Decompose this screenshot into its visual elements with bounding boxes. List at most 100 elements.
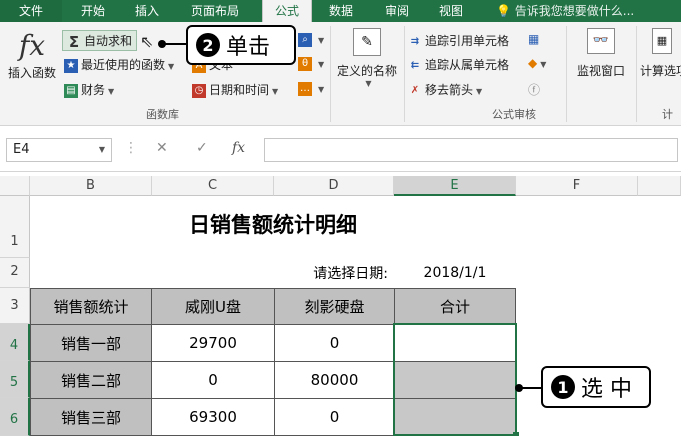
data-cell[interactable]: 80000 bbox=[274, 361, 395, 399]
tab-review[interactable]: 审阅 bbox=[374, 0, 420, 22]
tab-page-layout[interactable]: 页面布局 bbox=[182, 0, 248, 22]
formula-bar: E4 ▼ ⋮ ✕ ✓ fx bbox=[0, 126, 681, 172]
row-header-6[interactable]: 6 bbox=[0, 398, 30, 436]
chevron-down-icon: ▼ bbox=[476, 87, 483, 96]
define-name-button[interactable]: ✎ 定义的名称 ▼ bbox=[334, 28, 400, 88]
calculation-options-button[interactable]: ▦ 计算选项 bbox=[640, 28, 681, 79]
chevron-down-icon: ▼ bbox=[318, 36, 325, 45]
formula-input[interactable] bbox=[264, 138, 678, 162]
table-header-cell[interactable]: 威刚U盘 bbox=[151, 288, 275, 325]
chevron-down-icon: ▼ bbox=[108, 87, 115, 96]
more-functions-icon: … bbox=[298, 81, 312, 96]
fx-icon: fx bbox=[18, 29, 46, 62]
tab-formulas[interactable]: 公式 bbox=[262, 0, 312, 22]
group-formula-auditing-label: 公式审核 bbox=[492, 108, 536, 121]
tell-me-label: 告诉我您想要做什么... bbox=[514, 4, 635, 18]
math-icon: θ bbox=[298, 56, 312, 71]
data-cell[interactable]: 0 bbox=[274, 324, 395, 362]
trace-precedents-button[interactable]: ⇉ 追踪引用单元格 bbox=[408, 32, 509, 49]
column-header-e[interactable]: E bbox=[394, 176, 516, 196]
table-header-cell[interactable]: 刻影硬盘 bbox=[274, 288, 395, 325]
group-divider bbox=[404, 26, 405, 122]
define-name-label: 定义的名称 bbox=[336, 64, 397, 78]
row-header-1[interactable]: 1 bbox=[0, 196, 30, 258]
recent-functions-button[interactable]: ★ 最近使用的函数 ▼ bbox=[64, 56, 174, 73]
more-functions-button[interactable]: … ▼ bbox=[298, 81, 324, 96]
remove-arrows-button[interactable]: ✗ 移去箭头 ▼ bbox=[408, 81, 482, 98]
math-button[interactable]: θ ▼ bbox=[298, 56, 324, 71]
remove-arrows-label: 移去箭头 bbox=[425, 83, 474, 97]
row-header-3[interactable]: 3 bbox=[0, 288, 30, 324]
name-box[interactable]: E4 ▼ bbox=[6, 138, 112, 162]
column-header-c[interactable]: C bbox=[152, 176, 274, 196]
table-header-cell[interactable]: 合计 bbox=[394, 288, 516, 325]
formula-bar-grip-icon: ⋮ bbox=[124, 140, 138, 156]
date-value-cell[interactable]: 2018/1/1 bbox=[394, 258, 516, 288]
datetime-label: 日期和时间 bbox=[209, 83, 270, 97]
glasses-icon: 👓 bbox=[587, 28, 615, 54]
ribbon-tab-bar: 文件 开始 插入 页面布局 公式 数据 审阅 视图 💡 告诉我您想要做什么... bbox=[0, 0, 681, 22]
sheet-title[interactable]: 日销售额统计明细 bbox=[152, 204, 394, 244]
error-checking-icon[interactable]: ◆ ▼ bbox=[528, 56, 546, 70]
watch-window-button[interactable]: 👓 监视窗口 bbox=[570, 28, 632, 79]
column-header-g[interactable] bbox=[638, 176, 681, 196]
autosum-button[interactable]: Σ 自动求和 bbox=[62, 30, 138, 51]
financial-button[interactable]: ▤ 财务 ▼ bbox=[64, 81, 114, 98]
tell-me-search[interactable]: 💡 告诉我您想要做什么... bbox=[496, 0, 634, 22]
lookup-icon: ⌕ bbox=[298, 32, 312, 47]
row-label-cell[interactable]: 销售一部 bbox=[30, 324, 152, 362]
data-cell[interactable]: 0 bbox=[151, 361, 275, 399]
group-function-library-label: 函数库 bbox=[146, 108, 179, 121]
row-header-4[interactable]: 4 bbox=[0, 324, 30, 361]
financial-label: 财务 bbox=[81, 83, 106, 97]
ribbon-formulas: fx 插入函数 Σ 自动求和 ⇖ ★ 最近使用的函数 ▼ ▤ 财务 ▼ A 文本 ◷ 日期和时… bbox=[0, 22, 681, 126]
insert-function-button[interactable]: fx 插入函数 bbox=[6, 28, 58, 98]
row-label-cell[interactable]: 销售三部 bbox=[30, 398, 152, 436]
callout-2-line bbox=[162, 43, 186, 45]
sigma-icon: Σ bbox=[68, 32, 80, 51]
tab-view[interactable]: 视图 bbox=[428, 0, 474, 22]
insert-function-label: 插入函数 bbox=[7, 66, 56, 80]
trace-dependents-button[interactable]: ⇇ 追踪从属单元格 bbox=[408, 56, 509, 73]
tab-file[interactable]: 文件 bbox=[0, 0, 62, 22]
data-cell[interactable]: 0 bbox=[274, 398, 395, 436]
insert-function-icon[interactable]: fx bbox=[232, 140, 245, 156]
enter-icon[interactable]: ✓ bbox=[196, 140, 208, 156]
lookup-button[interactable]: ⌕ ▼ bbox=[298, 32, 324, 47]
row-header-5[interactable]: 5 bbox=[0, 361, 30, 398]
show-formulas-icon[interactable]: ▦ bbox=[528, 32, 539, 46]
name-manager-icon: ✎ bbox=[353, 28, 381, 56]
row-label-cell[interactable]: 销售二部 bbox=[30, 361, 152, 399]
callout-step-2: 2 单击 bbox=[186, 25, 296, 65]
tab-insert[interactable]: 插入 bbox=[124, 0, 170, 22]
select-all-corner[interactable] bbox=[0, 176, 30, 196]
fill-handle[interactable] bbox=[513, 432, 519, 436]
calculation-options-label: 计算选项 bbox=[640, 64, 681, 78]
tab-home[interactable]: 开始 bbox=[70, 0, 116, 22]
tab-data[interactable]: 数据 bbox=[318, 0, 364, 22]
chevron-down-icon: ▼ bbox=[272, 87, 279, 96]
row-header-2[interactable]: 2 bbox=[0, 258, 30, 288]
ledger-icon: ▤ bbox=[64, 83, 78, 98]
lightbulb-icon: 💡 bbox=[496, 4, 511, 18]
cancel-icon[interactable]: ✕ bbox=[156, 140, 168, 156]
trace-precedents-label: 追踪引用单元格 bbox=[425, 34, 510, 48]
selection-range-outline bbox=[393, 323, 517, 436]
table-header-cell[interactable]: 销售额统计 bbox=[30, 288, 152, 325]
chevron-down-icon: ▼ bbox=[318, 85, 325, 94]
chevron-down-icon: ▼ bbox=[540, 60, 547, 69]
data-cell[interactable]: 69300 bbox=[151, 398, 275, 436]
column-header-f[interactable]: F bbox=[516, 176, 638, 196]
trace-precedents-icon: ⇉ bbox=[410, 35, 420, 47]
autosum-label: 自动求和 bbox=[84, 34, 133, 48]
data-cell[interactable]: 29700 bbox=[151, 324, 275, 362]
column-header-b[interactable]: B bbox=[30, 176, 152, 196]
watch-window-label: 监视窗口 bbox=[576, 64, 625, 78]
evaluate-formula-icon[interactable]: ⓕ bbox=[528, 81, 540, 98]
date-label-cell[interactable]: 请选择日期: bbox=[274, 258, 394, 288]
chevron-down-icon: ▼ bbox=[168, 62, 175, 71]
callout-1-number: 1 bbox=[551, 375, 575, 399]
callout-1-line bbox=[519, 387, 541, 389]
datetime-button[interactable]: ◷ 日期和时间 ▼ bbox=[192, 81, 278, 98]
column-header-d[interactable]: D bbox=[274, 176, 394, 196]
